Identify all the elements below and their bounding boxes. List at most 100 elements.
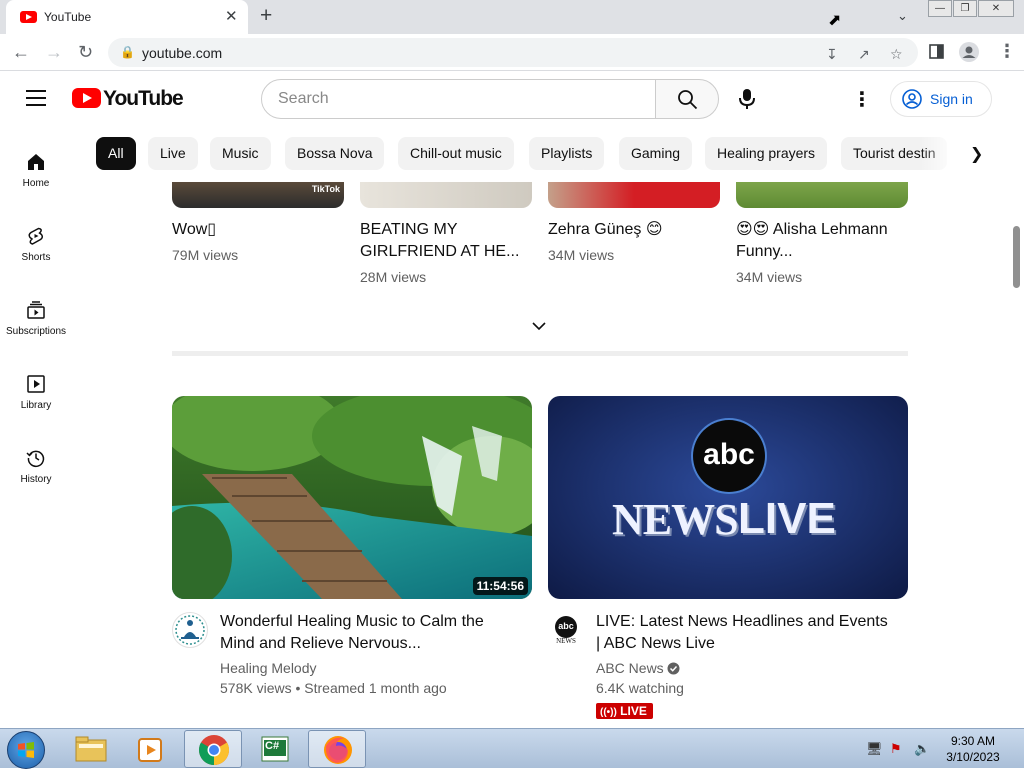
short-title-3[interactable]: Zehra Güneş 😊 — [548, 219, 720, 241]
search-button[interactable] — [655, 79, 719, 119]
tab-search-chevron-icon[interactable]: ⌄ — [897, 8, 908, 24]
video-channel-healing-melody[interactable]: Healing Melody — [220, 658, 317, 678]
sidebar-item-library[interactable]: Library — [0, 362, 72, 422]
windows-taskbar: C# 🖥 ⚑ 🔈 9:30 AM 3/10/2023 — [0, 728, 1024, 769]
share-icon[interactable]: ↗ — [858, 46, 870, 63]
short-title-1[interactable]: Wow▯ — [172, 219, 344, 241]
chevron-right-icon[interactable]: ❯ — [970, 144, 983, 164]
system-clock[interactable]: 9:30 AM 3/10/2023 — [944, 733, 1002, 765]
home-icon — [28, 154, 44, 170]
account-circle-icon — [902, 89, 922, 109]
minimize-window-icon[interactable]: — — [928, 0, 952, 17]
restore-window-icon[interactable]: ❐ — [953, 0, 977, 17]
chip-playlists[interactable]: Playlists — [529, 137, 605, 170]
video-thumbnail-abc-news-live[interactable]: abc NEWS LIVE — [548, 396, 908, 599]
sidebar-item-home[interactable]: Home — [0, 140, 72, 200]
firefox-icon — [324, 736, 352, 764]
sidebar-label-history: History — [20, 474, 52, 485]
action-center-tray-icon[interactable]: ⚑ — [890, 741, 902, 757]
install-app-icon[interactable]: ↧ — [826, 46, 838, 63]
live-badge: ((•)) LIVE — [596, 703, 653, 719]
hamburger-menu-icon[interactable] — [26, 90, 46, 106]
page-scrollbar-track[interactable] — [1010, 127, 1024, 727]
taskbar-chrome[interactable] — [184, 730, 242, 768]
short-views-1: 79M views — [172, 247, 239, 263]
search-icon — [678, 90, 698, 110]
subscriptions-icon — [27, 301, 45, 319]
live-badge-label: LIVE — [620, 704, 647, 718]
browser-tab-strip: YouTube ✕ + ⌄ ⬈ — ❐ ✕ — [0, 0, 1024, 34]
sidebar-label-home: Home — [22, 178, 50, 189]
reload-icon[interactable]: ↻ — [78, 42, 93, 63]
short-thumbnail-4[interactable] — [736, 182, 908, 208]
side-panel-icon[interactable] — [929, 43, 944, 64]
clock-date: 3/10/2023 — [946, 750, 1000, 764]
abc-logo-text: abc — [703, 438, 755, 471]
expand-chevron-down-icon[interactable] — [531, 320, 547, 332]
address-url[interactable]: youtube.com — [142, 45, 222, 61]
youtube-wordmark[interactable]: YouTube — [103, 87, 184, 111]
sidebar-item-history[interactable]: History — [0, 436, 72, 496]
sidebar-item-shorts[interactable]: Shorts — [0, 214, 72, 274]
volume-tray-icon[interactable]: 🔈 — [914, 741, 930, 757]
abc-avatar-logo: abc — [555, 616, 577, 638]
video-channel-abc-news[interactable]: ABC News — [596, 658, 664, 678]
taskbar-csharp-ide[interactable]: C# — [246, 730, 304, 768]
voice-search-button[interactable] — [727, 79, 767, 119]
sidebar-label-subscriptions: Subscriptions — [5, 326, 67, 337]
media-player-icon — [138, 738, 162, 762]
page-scrollbar-thumb[interactable] — [1013, 226, 1020, 288]
short-title-2[interactable]: BEATING MY GIRLFRIEND AT HE... — [360, 219, 532, 263]
short-thumbnail-2[interactable] — [360, 182, 532, 208]
chip-chill-out-music[interactable]: Chill-out music — [398, 137, 514, 170]
short-title-4[interactable]: 😍😍 Alisha Lehmann Funny... — [736, 219, 908, 263]
browser-menu-icon[interactable]: ⋮ — [998, 41, 1016, 62]
taskbar-media-player[interactable] — [122, 730, 180, 768]
profile-avatar-icon[interactable] — [959, 42, 979, 67]
tab-title: YouTube — [44, 10, 92, 24]
lock-icon[interactable]: 🔒 — [120, 45, 135, 59]
sidebar-label-library: Library — [20, 400, 52, 411]
video-meta-abc-news: 6.4K watching — [596, 680, 684, 696]
chip-gaming[interactable]: Gaming — [619, 137, 693, 170]
taskbar-file-explorer[interactable] — [62, 730, 120, 768]
network-tray-icon[interactable]: 🖥 — [866, 741, 883, 757]
abc-avatar-subtext: NEWS — [556, 637, 576, 645]
short-thumbnail-3[interactable] — [548, 182, 720, 208]
video-thumbnail-healing-music[interactable]: 11:54:56 — [172, 396, 532, 599]
tab-close-icon[interactable]: ✕ — [225, 7, 238, 25]
back-arrow-icon[interactable]: ← — [12, 42, 30, 63]
browser-tab-youtube[interactable]: YouTube ✕ — [6, 0, 248, 34]
abc-avatar-text: abc — [558, 621, 574, 631]
abc-logo-circle: abc — [693, 420, 765, 492]
short-views-2: 28M views — [360, 269, 427, 285]
sidebar-item-subscriptions[interactable]: Subscriptions — [0, 288, 72, 348]
shorts-icon — [28, 227, 44, 245]
taskbar-firefox[interactable] — [308, 730, 366, 768]
youtube-logo-icon[interactable] — [72, 88, 101, 108]
search-input[interactable] — [261, 79, 656, 119]
meditation-figure-icon — [175, 615, 205, 645]
windows-start-button[interactable] — [7, 731, 45, 769]
short-thumbnail-1[interactable]: TikTok — [172, 182, 344, 208]
channel-avatar-abc-news[interactable]: abc NEWS — [548, 612, 584, 648]
bookmark-star-icon[interactable]: ☆ — [890, 46, 903, 63]
video-title-healing-music[interactable]: Wonderful Healing Music to Calm the Mind… — [220, 611, 520, 655]
youtube-header: YouTube ⋮ Sign in — [0, 71, 1024, 127]
sign-in-button[interactable]: Sign in — [890, 81, 992, 117]
chip-bossa-nova[interactable]: Bossa Nova — [285, 137, 385, 170]
sign-in-label: Sign in — [930, 91, 973, 107]
new-tab-button[interactable]: + — [260, 4, 272, 28]
chip-music[interactable]: Music — [210, 137, 271, 170]
live-broadcast-icon: ((•)) — [600, 707, 617, 718]
chip-live[interactable]: Live — [148, 137, 198, 170]
chip-healing-prayers[interactable]: Healing prayers — [705, 137, 828, 170]
channel-avatar-healing-melody[interactable] — [172, 612, 208, 648]
address-bar[interactable]: 🔒 youtube.com ↧ ↗ ☆ — [108, 38, 918, 67]
settings-kebab-icon[interactable]: ⋮ — [852, 87, 872, 112]
video-title-abc-news[interactable]: LIVE: Latest News Headlines and Events |… — [596, 611, 896, 655]
close-window-icon[interactable]: ✕ — [978, 0, 1014, 17]
chip-all[interactable]: All — [96, 137, 136, 170]
forward-arrow-icon[interactable]: → — [45, 42, 63, 63]
history-icon — [26, 450, 45, 468]
